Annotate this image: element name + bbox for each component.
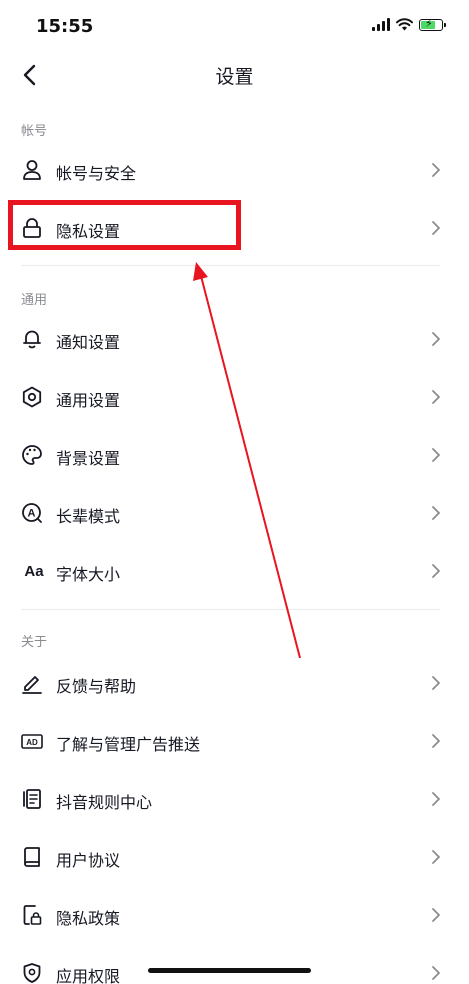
- settings-item-elder-mode[interactable]: A 长辈模式: [0, 484, 469, 542]
- document-lock-icon: [21, 903, 43, 927]
- settings-item-label: 帐号与安全: [56, 164, 137, 183]
- font-size-icon: Aa: [21, 559, 47, 583]
- section-divider: [21, 265, 440, 266]
- palette-icon: [21, 443, 43, 467]
- chevron-right-icon: [432, 850, 440, 864]
- font-size-glyph: Aa: [24, 562, 44, 580]
- chevron-right-icon: [432, 564, 440, 578]
- settings-item-user-agreement[interactable]: 用户协议: [0, 828, 469, 886]
- chevron-right-icon: [432, 221, 440, 235]
- settings-item-label: 背景设置: [56, 449, 121, 468]
- ad-glyph: AD: [26, 738, 38, 747]
- nav-bar: 设置: [0, 52, 469, 96]
- status-time: 15:55: [36, 16, 94, 37]
- status-bar: 15:55 ⚡: [0, 0, 469, 52]
- settings-item-label: 通用设置: [56, 391, 121, 410]
- section-header-about: 关于: [21, 635, 48, 650]
- section-header-account: 帐号: [21, 124, 48, 139]
- settings-item-label: 反馈与帮助: [56, 677, 137, 696]
- page-title: 设置: [215, 66, 254, 88]
- gear-icon: [21, 385, 43, 409]
- home-indicator[interactable]: [148, 968, 311, 973]
- annotation-highlight-box: [8, 200, 241, 250]
- settings-item-app-permissions[interactable]: 应用权限: [0, 944, 469, 984]
- book-icon: [21, 845, 43, 869]
- document-list-icon: [21, 787, 43, 811]
- settings-item-label: 抖音规则中心: [56, 793, 153, 812]
- chevron-right-icon: [432, 390, 440, 404]
- settings-item-background-settings[interactable]: 背景设置: [0, 426, 469, 484]
- bell-icon: [21, 327, 43, 351]
- section-header-general: 通用: [21, 293, 48, 308]
- settings-item-account-security[interactable]: 帐号与安全: [0, 141, 469, 199]
- settings-item-label: 了解与管理广告推送: [56, 735, 201, 754]
- settings-item-label: 长辈模式: [56, 507, 121, 526]
- settings-item-feedback-help[interactable]: 反馈与帮助: [0, 654, 469, 712]
- section-divider: [21, 609, 440, 610]
- settings-item-label: 通知设置: [56, 333, 121, 352]
- settings-item-label: 字体大小: [56, 565, 121, 584]
- user-icon: [21, 158, 43, 182]
- settings-screen: 15:55 ⚡ 设置 帐号 帐号与安全 隐私设置 通用 通知设置 通用设置 背景…: [0, 0, 469, 984]
- chevron-right-icon: [432, 676, 440, 690]
- chevron-right-icon: [432, 908, 440, 922]
- edit-icon: [21, 671, 43, 695]
- chevron-right-icon: [432, 792, 440, 806]
- chevron-right-icon: [432, 966, 440, 980]
- cellular-signal-icon: [372, 18, 390, 31]
- settings-item-notification-settings[interactable]: 通知设置: [0, 310, 469, 368]
- chevron-right-icon: [432, 163, 440, 177]
- chevron-right-icon: [432, 506, 440, 520]
- settings-item-label: 用户协议: [56, 851, 121, 870]
- elder-mode-icon: A: [21, 501, 43, 525]
- ad-icon: AD: [21, 729, 43, 753]
- settings-item-label: 隐私政策: [56, 909, 121, 928]
- settings-item-general-settings[interactable]: 通用设置: [0, 368, 469, 426]
- settings-item-community-rules[interactable]: 抖音规则中心: [0, 770, 469, 828]
- chevron-right-icon: [432, 448, 440, 462]
- shield-icon: [21, 961, 43, 984]
- settings-item-privacy-policy[interactable]: 隐私政策: [0, 886, 469, 944]
- chevron-right-icon: [432, 332, 440, 346]
- status-icons: ⚡: [372, 17, 446, 31]
- settings-item-font-size[interactable]: Aa 字体大小: [0, 542, 469, 600]
- chevron-right-icon: [432, 734, 440, 748]
- elder-mode-glyph: A: [28, 508, 36, 520]
- wifi-icon: [396, 18, 413, 31]
- settings-item-ad-management[interactable]: AD 了解与管理广告推送: [0, 712, 469, 770]
- battery-charging-icon: ⚡: [419, 17, 446, 31]
- settings-item-label: 应用权限: [56, 967, 121, 984]
